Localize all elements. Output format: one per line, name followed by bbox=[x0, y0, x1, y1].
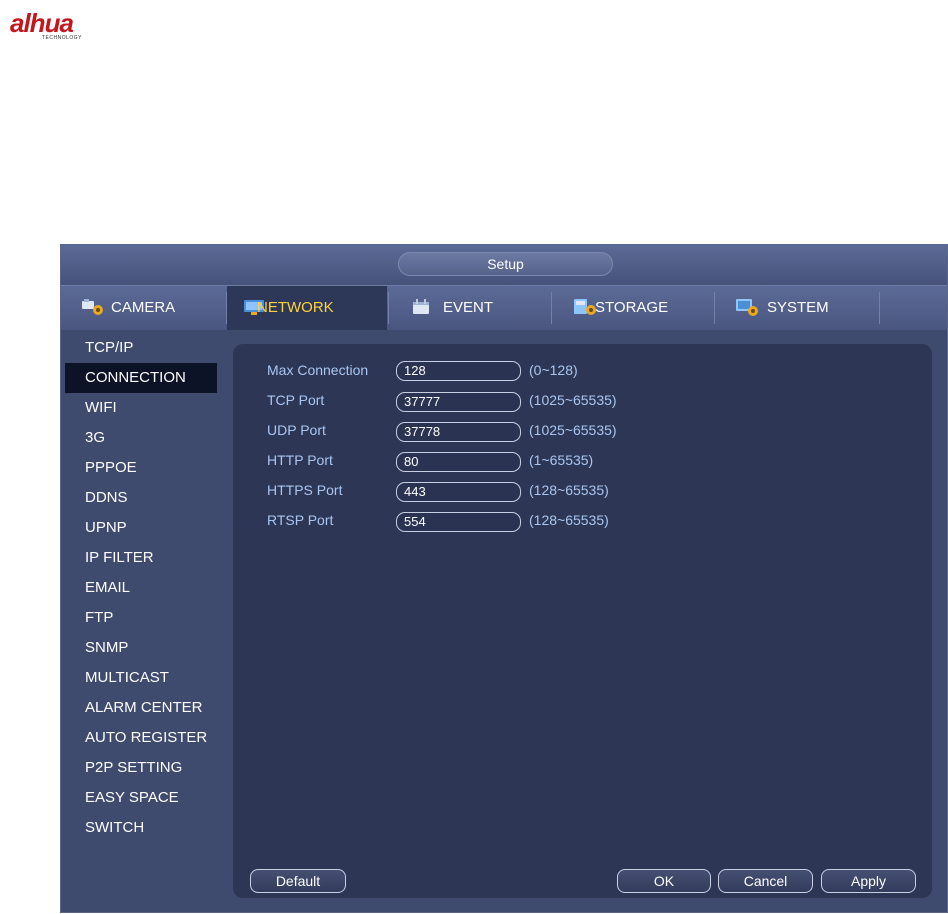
rtsp-port-field[interactable]: 554 bbox=[396, 512, 521, 532]
http-port-label: HTTP Port bbox=[267, 452, 333, 468]
system-icon bbox=[735, 298, 759, 316]
tab-event[interactable]: EVENT bbox=[411, 286, 551, 330]
udp-port-field[interactable]: 37778 bbox=[396, 422, 521, 442]
sidebar-item-ddns[interactable]: DDNS bbox=[65, 483, 217, 513]
max-connection-label: Max Connection bbox=[267, 362, 369, 378]
tcp-port-label: TCP Port bbox=[267, 392, 325, 408]
tab-network-label: NETWORK bbox=[257, 299, 334, 316]
tcp-port-range: (1025~65535) bbox=[529, 392, 617, 408]
http-port-range: (1~65535) bbox=[529, 452, 594, 468]
event-icon bbox=[411, 298, 435, 316]
sidebar-item-easy-space[interactable]: EASY SPACE bbox=[65, 783, 217, 813]
sidebar-item-snmp[interactable]: SNMP bbox=[65, 633, 217, 663]
sidebar-item-pppoe[interactable]: PPPOE bbox=[65, 453, 217, 483]
tab-divider bbox=[714, 292, 715, 324]
sidebar-item-multicast[interactable]: MULTICAST bbox=[65, 663, 217, 693]
https-port-range: (128~65535) bbox=[529, 482, 609, 498]
tab-divider bbox=[551, 292, 552, 324]
brand-subtitle: TECHNOLOGY bbox=[42, 35, 83, 41]
sidebar-item-upnp[interactable]: UPNP bbox=[65, 513, 217, 543]
sidebar-item-email[interactable]: EMAIL bbox=[65, 573, 217, 603]
rtsp-port-range: (128~65535) bbox=[529, 512, 609, 528]
sidebar-item-3g[interactable]: 3G bbox=[65, 423, 217, 453]
sidebar-item-connection[interactable]: CONNECTION bbox=[65, 363, 217, 393]
tcp-port-field[interactable]: 37777 bbox=[396, 392, 521, 412]
default-button[interactable]: Default bbox=[250, 869, 346, 893]
ok-button[interactable]: OK bbox=[617, 869, 711, 893]
camera-gear-icon bbox=[81, 298, 105, 316]
max-connection-field[interactable]: 128 bbox=[396, 361, 521, 381]
sidebar: TCP/IP CONNECTION WIFI 3G PPPOE DDNS UPN… bbox=[61, 329, 226, 914]
sidebar-item-switch[interactable]: SWITCH bbox=[65, 813, 217, 843]
udp-port-label: UDP Port bbox=[267, 422, 326, 438]
https-port-field[interactable]: 443 bbox=[396, 482, 521, 502]
tab-system-label: SYSTEM bbox=[767, 299, 829, 316]
tab-system[interactable]: SYSTEM bbox=[735, 286, 875, 330]
sidebar-item-auto-register[interactable]: AUTO REGISTER bbox=[65, 723, 217, 753]
cancel-button[interactable]: Cancel bbox=[718, 869, 813, 893]
tab-storage-label: STORAGE bbox=[595, 299, 669, 316]
storage-icon bbox=[573, 298, 597, 316]
tab-network[interactable]: NETWORK bbox=[227, 286, 387, 330]
udp-port-range: (1025~65535) bbox=[529, 422, 617, 438]
sidebar-item-tcpip[interactable]: TCP/IP bbox=[65, 333, 217, 363]
tab-camera-label: CAMERA bbox=[111, 299, 176, 316]
connection-panel: Max Connection 128 (0~128) TCP Port 3777… bbox=[233, 344, 932, 898]
title-bar: Setup bbox=[61, 245, 947, 285]
window-title: Setup bbox=[398, 252, 613, 276]
sidebar-item-ftp[interactable]: FTP bbox=[65, 603, 217, 633]
main-tabs: CAMERA NETWORK EVENT STORAGE SYSTEM bbox=[61, 285, 947, 330]
tab-storage[interactable]: STORAGE bbox=[573, 286, 713, 330]
tab-camera[interactable]: CAMERA bbox=[81, 286, 231, 330]
http-port-field[interactable]: 80 bbox=[396, 452, 521, 472]
sidebar-item-ip-filter[interactable]: IP FILTER bbox=[65, 543, 217, 573]
rtsp-port-label: RTSP Port bbox=[267, 512, 334, 528]
tab-divider bbox=[388, 292, 389, 324]
https-port-label: HTTPS Port bbox=[267, 482, 343, 498]
sidebar-item-p2p-setting[interactable]: P2P SETTING bbox=[65, 753, 217, 783]
apply-button[interactable]: Apply bbox=[821, 869, 916, 893]
brand-logo: alhua TECHNOLOGY bbox=[10, 6, 150, 42]
tab-event-label: EVENT bbox=[443, 299, 494, 316]
max-connection-range: (0~128) bbox=[529, 362, 578, 378]
sidebar-item-wifi[interactable]: WIFI bbox=[65, 393, 217, 423]
sidebar-item-alarm-center[interactable]: ALARM CENTER bbox=[65, 693, 217, 723]
setup-window: Setup CAMERA NETWORK EVENT STORAGE SYSTE… bbox=[60, 244, 948, 913]
tab-divider bbox=[879, 292, 880, 324]
